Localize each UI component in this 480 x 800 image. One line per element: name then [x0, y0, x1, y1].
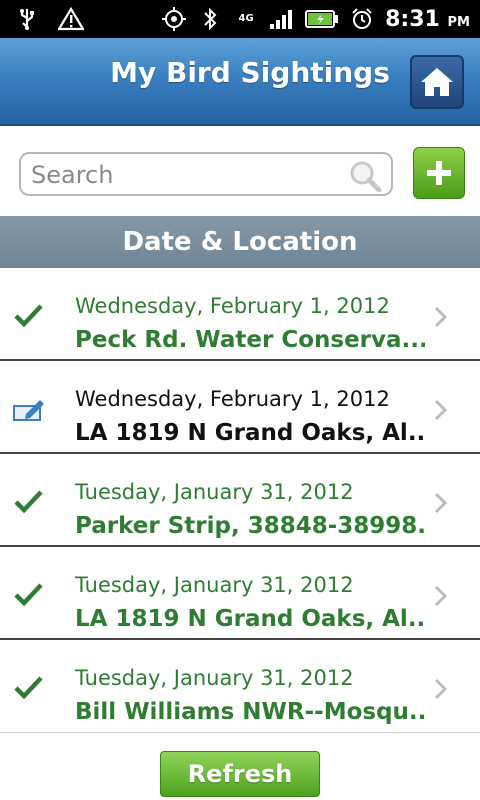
list-item[interactable]: Tuesday, January 31, 2012 Parker Strip, … [0, 454, 480, 547]
sighting-location: Peck Rd. Water Conserva... [75, 327, 425, 353]
list-item[interactable]: Tuesday, January 31, 2012 Bill Williams … [0, 640, 480, 733]
search-input[interactable] [31, 160, 341, 190]
page-title: My Bird Sightings [110, 56, 390, 89]
chevron-right-icon [434, 678, 448, 700]
list-item[interactable]: Wednesday, February 1, 2012 Peck Rd. Wat… [0, 268, 480, 361]
check-icon [14, 304, 43, 328]
check-icon [14, 490, 43, 514]
refresh-button[interactable]: Refresh [160, 751, 320, 797]
warning-icon [58, 6, 84, 32]
clock: 8:31 PM [385, 6, 470, 32]
sightings-list: Wednesday, February 1, 2012 Peck Rd. Wat… [0, 268, 480, 733]
list-item[interactable]: Tuesday, January 31, 2012 LA 1819 N Gran… [0, 547, 480, 640]
chevron-right-icon [434, 585, 448, 607]
sighting-location: LA 1819 N Grand Oaks, Al... [75, 606, 425, 632]
sighting-date: Wednesday, February 1, 2012 [75, 294, 390, 318]
sighting-date: Wednesday, February 1, 2012 [75, 387, 390, 411]
sighting-location: Parker Strip, 38848-38998... [75, 513, 425, 539]
edit-icon [13, 400, 44, 421]
search-icon[interactable] [347, 158, 383, 194]
check-icon [14, 583, 43, 607]
section-header: Date & Location [0, 216, 480, 268]
gps-icon [161, 6, 187, 32]
sighting-location: LA 1819 N Grand Oaks, Al... [75, 420, 425, 446]
alarm-icon [349, 6, 375, 32]
bluetooth-icon [197, 6, 223, 32]
list-item[interactable]: Wednesday, February 1, 2012 LA 1819 N Gr… [0, 361, 480, 454]
sighting-date: Tuesday, January 31, 2012 [75, 573, 354, 597]
home-icon [421, 68, 453, 96]
search-row [0, 126, 480, 216]
usb-icon [14, 6, 40, 32]
plus-icon [427, 161, 451, 185]
check-icon [14, 676, 43, 700]
battery-icon [305, 6, 339, 32]
signal-icon [269, 6, 295, 32]
search-box[interactable] [19, 152, 393, 196]
chevron-right-icon [434, 492, 448, 514]
sighting-date: Tuesday, January 31, 2012 [75, 666, 354, 690]
status-bar: 4G 8:31 PM [0, 0, 480, 38]
sighting-date: Tuesday, January 31, 2012 [75, 480, 354, 504]
network-type: 4G [238, 13, 254, 24]
add-sighting-button[interactable] [413, 147, 465, 199]
chevron-right-icon [434, 306, 448, 328]
sighting-location: Bill Williams NWR--Mosqu... [75, 699, 425, 725]
chevron-right-icon [434, 399, 448, 421]
home-button[interactable] [410, 55, 464, 109]
app-header: My Bird Sightings [0, 38, 480, 126]
bottom-bar: Refresh [0, 746, 480, 800]
